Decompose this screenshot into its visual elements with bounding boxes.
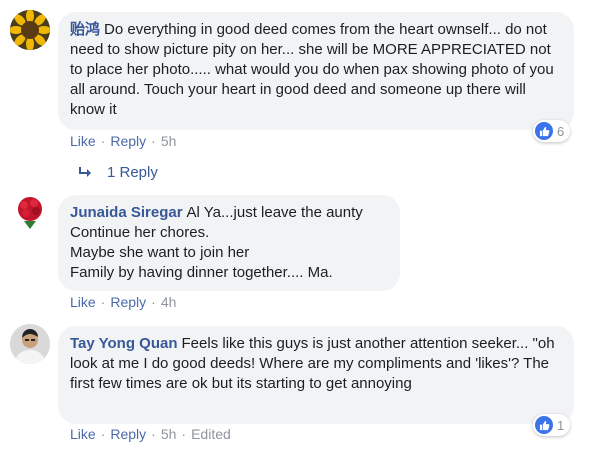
reaction-count: 6 — [557, 123, 565, 139]
avatar[interactable] — [10, 193, 50, 233]
timestamp[interactable]: 5h — [161, 133, 177, 149]
comment-text-line: Family by having dinner together.... Ma. — [70, 264, 333, 281]
reaction-badge[interactable]: 1 — [533, 414, 571, 436]
comment-actions: Like · Reply · 5h · Edited — [70, 426, 231, 442]
reply-link[interactable]: Reply — [110, 426, 146, 442]
reply-link[interactable]: Reply — [110, 294, 146, 310]
reply-link[interactable]: Reply — [110, 133, 146, 149]
comment-author[interactable]: Tay Yong Quan — [70, 335, 178, 352]
like-link[interactable]: Like — [70, 133, 96, 149]
comment-text-line: Al Ya...just leave the aunty — [186, 204, 363, 221]
comment-text-line: Maybe she want to join her — [70, 244, 250, 261]
comment-bubble: Tay Yong Quan Feels like this guys is jus… — [58, 326, 574, 424]
comment-text: Do everything in good deed comes from th… — [70, 21, 554, 118]
view-replies-link[interactable]: 1 Reply — [78, 164, 158, 181]
comment-actions: Like · Reply · 4h — [70, 294, 177, 310]
avatar[interactable] — [10, 324, 50, 364]
like-link[interactable]: Like — [70, 426, 96, 442]
timestamp[interactable]: 4h — [161, 294, 177, 310]
edited-label[interactable]: Edited — [191, 426, 231, 442]
comment-author[interactable]: Junaida Siregar — [70, 204, 183, 221]
comment-text-line: Continue her chores. — [70, 224, 210, 241]
like-icon — [535, 416, 553, 434]
comment-actions: Like · Reply · 5h — [70, 133, 177, 149]
comment-author[interactable]: 贻鸿 — [70, 21, 100, 38]
like-icon — [535, 122, 553, 140]
reply-arrow-icon — [79, 167, 91, 177]
comment-bubble: 贻鸿 Do everything in good deed comes from … — [58, 12, 574, 130]
reaction-count: 1 — [557, 417, 565, 433]
comment-bubble: Junaida Siregar Al Ya...just leave the au… — [58, 195, 400, 291]
replies-count[interactable]: 1 Reply — [107, 164, 158, 181]
timestamp[interactable]: 5h — [161, 426, 177, 442]
like-link[interactable]: Like — [70, 294, 96, 310]
avatar[interactable] — [10, 10, 50, 50]
reaction-badge[interactable]: 6 — [533, 120, 571, 142]
